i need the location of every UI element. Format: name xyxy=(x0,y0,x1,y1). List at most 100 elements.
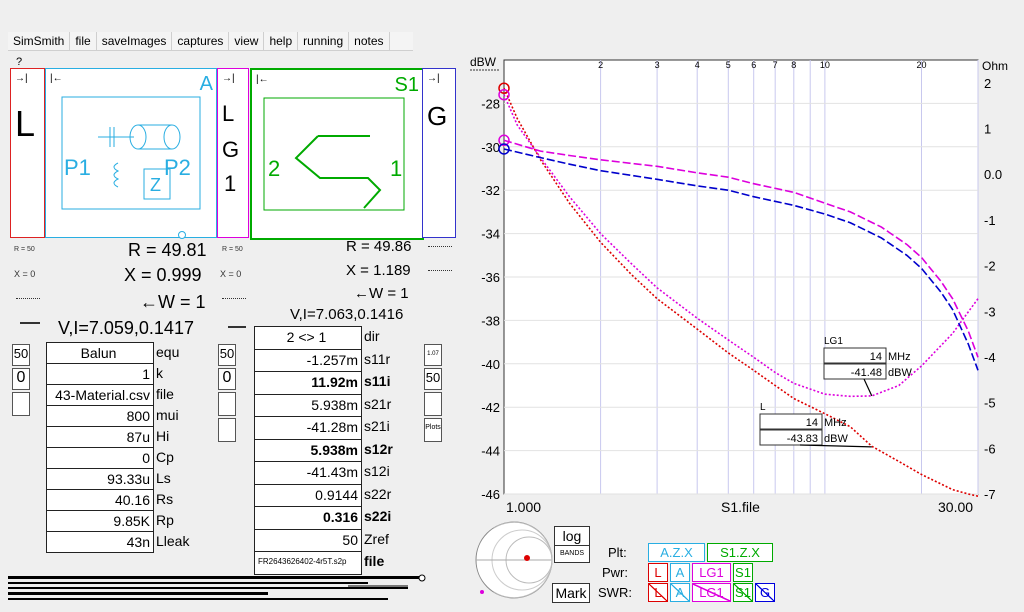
balun-value-rs[interactable]: 40.16 xyxy=(46,489,154,511)
balun-value-hi[interactable]: 87u xyxy=(46,426,154,448)
swr-toggle-l[interactable]: L xyxy=(648,583,668,602)
y-left-tick: -32 xyxy=(481,183,500,198)
menu-item-help[interactable]: help xyxy=(264,32,299,50)
side-box-c-2[interactable]: 50 xyxy=(424,368,442,390)
swr-label: SWR: xyxy=(598,585,632,600)
smith-chart[interactable] xyxy=(474,520,554,600)
x-top-tick-10: 10 xyxy=(820,60,830,70)
plt-label: Plt: xyxy=(608,545,627,560)
menu-item-notes[interactable]: notes xyxy=(349,32,390,50)
w-right: ←W = 1 xyxy=(354,285,409,302)
balun-value-file[interactable]: 43-Material.csv xyxy=(46,384,154,406)
swr-toggle-lg1[interactable]: LG1 xyxy=(692,583,731,602)
menu-item-file[interactable]: file xyxy=(70,32,97,50)
y-right-tick: 0.0 xyxy=(984,167,1002,182)
y-right-tick: -7 xyxy=(984,487,996,502)
side-box-b-2[interactable]: 0 xyxy=(218,368,236,390)
balun-label-rp: Rp xyxy=(156,512,174,528)
side-box-c-3[interactable] xyxy=(424,392,442,416)
generator-arrow: →| xyxy=(427,73,440,84)
s1-port-1: 1 xyxy=(390,156,403,181)
pwr-toggle-s1[interactable]: S1 xyxy=(733,563,753,582)
x-top-tick-2: 2 xyxy=(598,60,603,70)
sparam-value-s21r[interactable]: 5.938m xyxy=(254,393,362,417)
sparam-value-s22i[interactable]: 0.316 xyxy=(254,506,362,530)
generator-block[interactable]: →| G xyxy=(422,68,456,238)
side-box-a-2[interactable]: 0 xyxy=(12,368,30,390)
side-box-a-1[interactable]: 50 xyxy=(12,344,30,366)
sparam-value-s12r[interactable]: 5.938m xyxy=(254,438,362,462)
y-left-tick: -34 xyxy=(481,227,500,242)
pwr-toggle-a[interactable]: A xyxy=(670,563,690,582)
swr-toggle-a[interactable]: A xyxy=(670,583,690,602)
balun-value-lleak[interactable]: 43n xyxy=(46,531,154,553)
sparam-label-s11r: s11r xyxy=(364,350,391,367)
mark-button[interactable]: Mark xyxy=(552,583,590,603)
sparam-value-s22r[interactable]: 0.9144 xyxy=(254,483,362,507)
sparam-value-zref[interactable]: 50 xyxy=(254,528,362,552)
balun-label-ls: Ls xyxy=(156,470,171,486)
balun-value-k[interactable]: 1 xyxy=(46,363,154,385)
balun-value-cp[interactable]: 0 xyxy=(46,447,154,469)
marker-freq-lg1: 14 xyxy=(870,351,882,363)
sparam-value-s21i[interactable]: -41.28m xyxy=(254,416,362,440)
s1-port-2: 2 xyxy=(268,156,281,181)
x-axis-label: S1.file xyxy=(721,499,760,515)
marker-value-lg1: -41.48 xyxy=(851,367,882,379)
side-box-c-1[interactable]: 1.07 xyxy=(424,344,442,366)
balun-value-rp[interactable]: 9.85K xyxy=(46,510,154,532)
lg1-arrow: →| xyxy=(222,73,235,84)
sparam-value-s11i[interactable]: 11.92m xyxy=(254,371,362,395)
plt-toggle-a-z-x[interactable]: A.Z.X xyxy=(648,543,705,562)
balun-value-mui[interactable]: 800 xyxy=(46,405,154,427)
marker-freq-unit: MHz xyxy=(888,351,911,363)
menu-item-captures[interactable]: captures xyxy=(172,32,230,50)
balun-block-a[interactable]: |← A Z P1 P2 xyxy=(45,68,217,239)
swr-toggle-g[interactable]: G xyxy=(755,583,775,602)
y-left-tick: -40 xyxy=(481,357,500,372)
menu-item-view[interactable]: view xyxy=(229,32,265,50)
y-right-tick: 1 xyxy=(984,122,991,137)
balun-value-equ[interactable]: Balun xyxy=(46,342,154,364)
s1-symbol xyxy=(263,97,405,211)
y-left-tick: -28 xyxy=(481,96,500,111)
sparam-value-dir[interactable]: 2 <> 1 xyxy=(254,326,362,350)
swr-toggle-s1[interactable]: S1 xyxy=(733,583,753,602)
sparam-label-s21i: s21i xyxy=(364,418,390,434)
side-box-b-1[interactable]: 50 xyxy=(218,344,236,366)
balun-label-k: k xyxy=(156,365,163,381)
menu-item-saveimages[interactable]: saveImages xyxy=(97,32,173,50)
sparam-label-s21r: s21r xyxy=(364,395,392,412)
marker-name-lg1: LG1 xyxy=(824,336,843,347)
w-left: ←W = 1 xyxy=(140,292,206,312)
side-box-c-4[interactable]: Plots xyxy=(424,418,442,442)
bands-button[interactable]: BANDS xyxy=(554,545,590,563)
menu-item-running[interactable]: running xyxy=(298,32,350,50)
side-box-a-3[interactable] xyxy=(12,392,30,416)
x-top-tick-8: 8 xyxy=(791,60,796,70)
balun-value-ls[interactable]: 93.33u xyxy=(46,468,154,490)
help-question[interactable]: ? xyxy=(16,56,22,68)
line-block-lg1[interactable]: →| L G 1 xyxy=(217,68,249,238)
sparam-value-s12i[interactable]: -41.43m xyxy=(254,461,362,485)
sparam-label-s22i: s22i xyxy=(364,508,392,524)
menu-item-simsmith[interactable]: SimSmith xyxy=(8,32,71,50)
balun-arrow: |← xyxy=(50,73,63,84)
side-box-b-3[interactable] xyxy=(218,392,236,416)
sparam-value-s11r[interactable]: -1.257m xyxy=(254,348,362,372)
x-start-label: 1.000 xyxy=(506,499,541,515)
pwr-toggle-l[interactable]: L xyxy=(648,563,668,582)
log-button[interactable]: log xyxy=(554,526,590,546)
pwr-toggle-lg1[interactable]: LG1 xyxy=(692,563,731,582)
load-block[interactable]: →| L xyxy=(10,68,45,238)
schematic-panel: →| L |← A Z P1 P2 →| L G 1 |← S1 2 1 →| … xyxy=(10,68,458,240)
side-box-b-4[interactable] xyxy=(218,418,236,442)
plt-toggle-s1-z-x[interactable]: S1.Z.X xyxy=(707,543,773,562)
s-parameter-block-s1[interactable]: |← S1 2 1 xyxy=(250,68,424,240)
sparam-value-file[interactable]: FR2643626402-4r5T.s2p xyxy=(254,551,362,575)
frequency-plot[interactable]: 2 3 4 5 6 7 8 10 20-28-30-32-34-36-38-40-42-44-4… xyxy=(468,52,1016,522)
tiny-right-a xyxy=(428,246,452,250)
y-left-tick: -38 xyxy=(481,313,500,328)
generator-label: G xyxy=(427,101,448,131)
marker-freq-l: 14 xyxy=(806,417,818,429)
